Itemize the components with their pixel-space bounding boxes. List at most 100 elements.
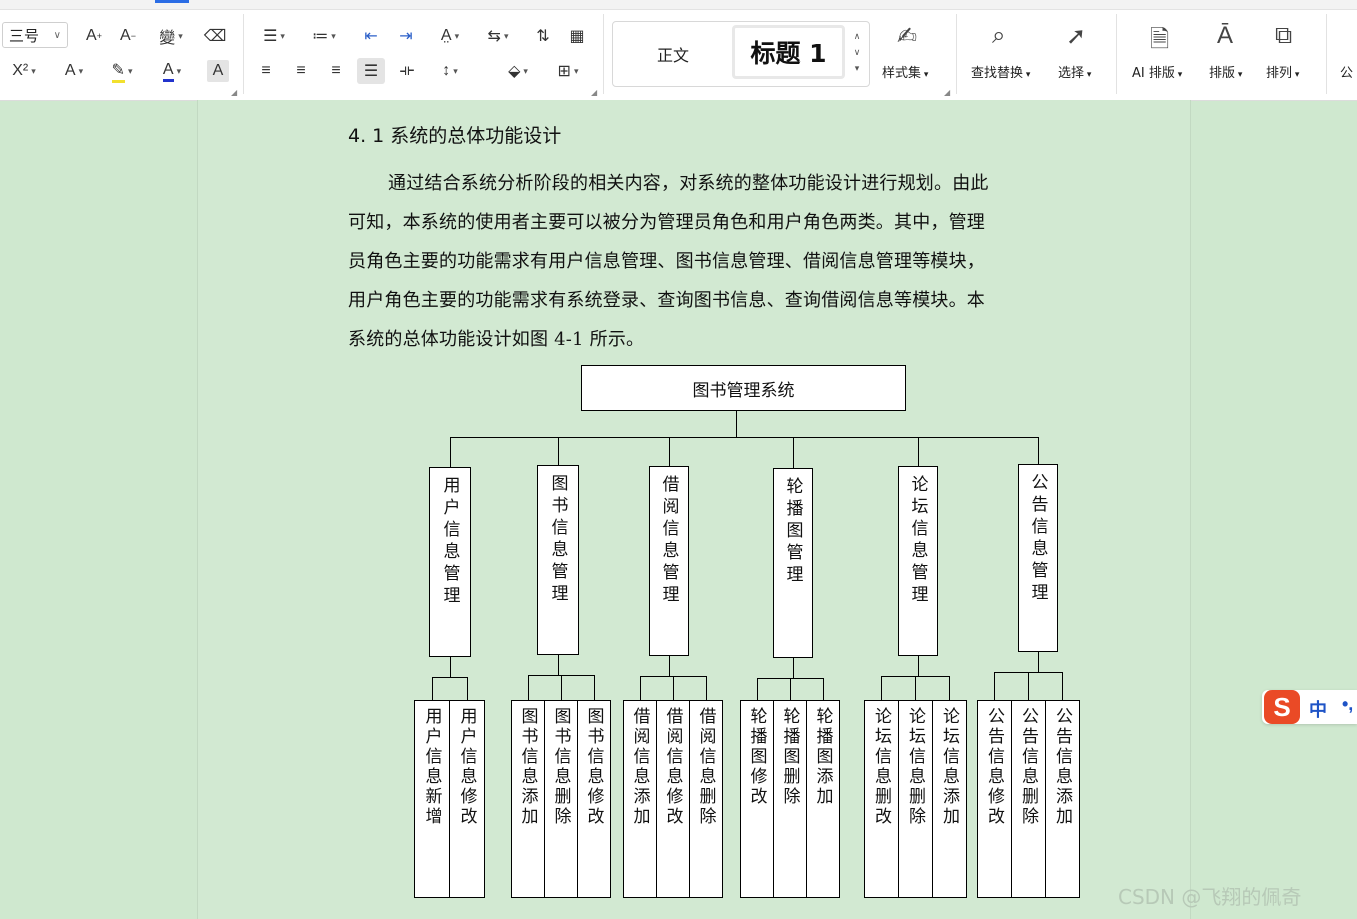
- paragraph-dialog-launcher-icon[interactable]: ◢: [591, 88, 597, 97]
- superscript-icon[interactable]: X² ▾: [6, 60, 42, 82]
- layout-label: 排版: [1209, 66, 1236, 81]
- align-center-icon[interactable]: ≡: [289, 60, 313, 82]
- increase-font-icon[interactable]: A +: [82, 25, 106, 47]
- gallery-scroll[interactable]: ∧ ∨ ▾: [850, 28, 864, 76]
- ime-language[interactable]: 中: [1309, 696, 1327, 722]
- ime-punctuation[interactable]: •,: [1342, 694, 1353, 715]
- connector-line: [822, 678, 824, 700]
- phonetic-guide-icon[interactable]: 變 ▾: [152, 25, 190, 47]
- connector-line: [994, 672, 996, 700]
- connector-line: [1038, 652, 1040, 672]
- style-heading-1[interactable]: 标题 1: [732, 25, 845, 79]
- chevron-up-icon[interactable]: ∧: [850, 28, 864, 44]
- justify-icon[interactable]: ☰: [357, 58, 385, 84]
- paragraph-line: 员角色主要的功能需求有用户信息管理、图书信息管理、借阅信息管理等模块，: [348, 251, 985, 272]
- function-box: 轮播图删除: [773, 700, 807, 898]
- style-dialog-launcher-icon[interactable]: ◢: [944, 88, 950, 97]
- gallery-expand-icon[interactable]: ▾: [850, 60, 864, 76]
- text-effect-icon[interactable]: A ▾: [56, 60, 92, 82]
- chevron-down-icon: ∨: [53, 29, 61, 41]
- module-label: 公告信息管理: [1027, 473, 1048, 605]
- module-label: 借阅信息管理: [658, 475, 679, 607]
- select-button[interactable]: 选择 ▾: [1058, 62, 1091, 81]
- function-label: 借阅信息删除: [695, 707, 716, 827]
- style-set-button[interactable]: 样式集 ▾: [882, 62, 928, 81]
- connector-line: [918, 437, 920, 466]
- function-label: 借阅信息添加: [629, 707, 650, 827]
- chart-root-box: 图书管理系统: [581, 365, 906, 411]
- connector-line: [789, 678, 791, 700]
- paragraph-line: 用户角色主要的功能需求有系统登录、查询图书信息、查询借阅信息等模块。本: [348, 290, 985, 311]
- function-label: 用户信息新增: [421, 707, 442, 827]
- show-marks-icon[interactable]: ▦: [565, 25, 589, 47]
- numbered-list-icon[interactable]: ≔ ▾: [306, 25, 342, 47]
- connector-line: [793, 437, 795, 468]
- function-box: 论坛信息删除: [898, 700, 933, 898]
- function-box: 用户信息新增: [414, 700, 450, 898]
- decrease-indent-icon[interactable]: ⇤: [359, 25, 383, 47]
- function-label: 用户信息修改: [456, 707, 477, 827]
- connector-line: [793, 658, 795, 678]
- arrange-button[interactable]: 排列 ▾: [1266, 62, 1299, 81]
- layout-button[interactable]: 排版 ▾: [1209, 62, 1242, 81]
- decrease-font-icon[interactable]: A −: [116, 25, 140, 47]
- connector-line: [450, 657, 452, 677]
- find-replace-button[interactable]: 查找替换 ▾: [971, 62, 1030, 81]
- connector-line: [669, 656, 671, 676]
- ai-layout-button[interactable]: AI 排版 ▾: [1132, 62, 1182, 81]
- connector-line: [1062, 672, 1064, 700]
- ai-layout-icon[interactable]: 🗎: [1150, 22, 1169, 63]
- module-box: 轮播图管理: [773, 468, 813, 658]
- connector-line: [881, 676, 883, 700]
- shading-icon[interactable]: ⬙ ▾: [500, 60, 536, 82]
- char-shading-icon[interactable]: A: [207, 60, 229, 82]
- function-box: 图书信息修改: [577, 700, 611, 898]
- font-dialog-launcher-icon[interactable]: ◢: [231, 88, 237, 97]
- sort-icon[interactable]: ⇅: [531, 25, 555, 47]
- font-size-value: 三号: [9, 27, 40, 45]
- connector-line: [915, 676, 917, 700]
- function-label: 轮播图删除: [779, 707, 800, 807]
- increase-indent-icon[interactable]: ⇥: [394, 25, 418, 47]
- more-button[interactable]: 公: [1340, 62, 1353, 81]
- module-label: 轮播图管理: [782, 477, 803, 587]
- ribbon-toolbar: 三号 ∨ A + A − 變 ▾ ⌫ X² ▾ A ▾ ✎ ▾ A ▾ A ◢ ☰ ▾ ≔ ▾ ⇤…: [0, 0, 1357, 101]
- font-size-select[interactable]: 三号 ∨: [2, 22, 68, 48]
- function-box: 论坛信息添加: [932, 700, 967, 898]
- connector-line: [672, 676, 674, 700]
- function-label: 论坛信息添加: [939, 707, 959, 827]
- highlight-color-icon[interactable]: ✎ ▾: [104, 60, 140, 83]
- document-page[interactable]: 4. 1 系统的总体功能设计 通过结合系统分析阶段的相关内容，对系统的整体功能设…: [197, 100, 1191, 919]
- function-label: 轮播图修改: [746, 707, 767, 807]
- align-right-icon[interactable]: ≡: [324, 60, 348, 82]
- cursor-select-icon[interactable]: ➚: [1066, 22, 1086, 51]
- arrange-icon[interactable]: ⧉: [1275, 22, 1292, 50]
- align-left-icon[interactable]: ≡: [254, 60, 278, 82]
- line-spacing-icon[interactable]: ↕ ▾: [432, 60, 468, 82]
- search-icon[interactable]: ⌕: [992, 22, 1005, 50]
- text-direction-icon[interactable]: A̤ ▾: [430, 25, 470, 47]
- separator: [956, 14, 957, 94]
- function-label: 图书信息添加: [517, 707, 538, 827]
- module-label: 图书信息管理: [547, 474, 568, 606]
- style-gallery: 正文 标题 1 ∧ ∨ ▾: [612, 21, 870, 87]
- bullet-list-icon[interactable]: ☰ ▾: [256, 25, 292, 47]
- separator: [1116, 14, 1117, 94]
- distribute-icon[interactable]: ⟛: [394, 60, 420, 82]
- border-icon[interactable]: ⊞ ▾: [550, 60, 586, 82]
- style-normal[interactable]: 正文: [657, 42, 689, 66]
- clear-format-icon[interactable]: ⌫: [203, 25, 227, 47]
- function-box: 图书信息删除: [544, 700, 578, 898]
- style-set-label: 样式集: [882, 66, 922, 81]
- font-color-icon[interactable]: A ▾: [154, 60, 190, 82]
- connector-line: [639, 676, 641, 700]
- module-label: 论坛信息管理: [907, 475, 928, 607]
- layout-icon[interactable]: Ā: [1217, 22, 1233, 50]
- function-label: 公告信息修改: [984, 707, 1004, 827]
- separator: [1326, 14, 1327, 94]
- chevron-down-icon[interactable]: ∨: [850, 44, 864, 60]
- line-break-icon[interactable]: ⇆ ▾: [480, 25, 516, 47]
- title-strip: [0, 0, 1357, 10]
- style-set-icon[interactable]: ✍: [897, 22, 917, 51]
- ime-toolbar[interactable]: S 中 •,: [1262, 690, 1357, 724]
